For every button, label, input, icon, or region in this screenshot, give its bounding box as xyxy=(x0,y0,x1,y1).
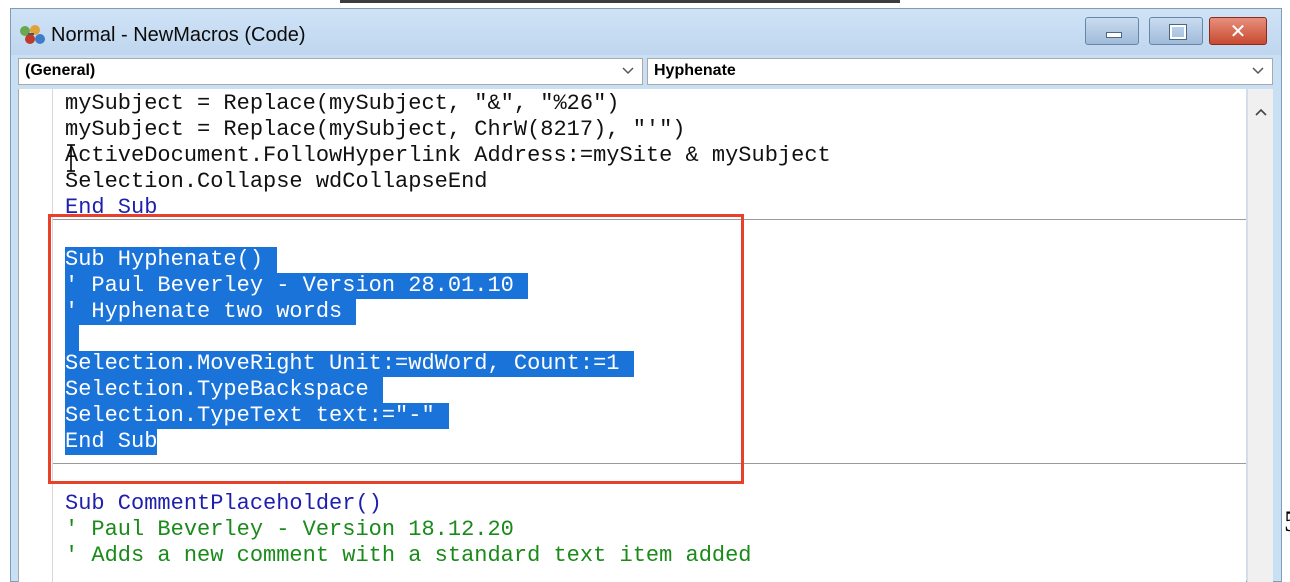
video-caption-fragment xyxy=(340,0,900,3)
vba-project-icon xyxy=(20,25,45,44)
code-line[interactable]: ' Adds a new comment with a standard tex… xyxy=(65,543,752,569)
selected-code-line[interactable]: Selection.TypeText text:="-" xyxy=(65,403,449,429)
object-dropdown-value: (General) xyxy=(25,62,96,79)
close-icon: ✕ xyxy=(1229,19,1247,43)
procedure-separator xyxy=(53,219,1246,220)
chevron-down-icon[interactable] xyxy=(1252,63,1264,79)
title-bar[interactable]: Normal - NewMacros (Code) ✕ xyxy=(11,9,1281,55)
vba-code-window: Normal - NewMacros (Code) ✕ (General) Hy… xyxy=(10,8,1282,582)
window-title: Normal - NewMacros (Code) xyxy=(51,24,306,46)
code-line[interactable]: mySubject = Replace(mySubject, "&", "%26… xyxy=(65,91,620,117)
selected-code-line[interactable] xyxy=(65,325,79,351)
screen: Normal - NewMacros (Code) ✕ (General) Hy… xyxy=(0,0,1290,582)
code-line[interactable]: ActiveDocument.FollowHyperlink Address:=… xyxy=(65,143,831,169)
code-line[interactable]: ' Paul Beverley - Version 18.12.20 xyxy=(65,517,514,543)
chevron-up-icon[interactable] xyxy=(1254,107,1268,117)
code-line[interactable]: Sub CommentPlaceholder() xyxy=(65,491,382,517)
procedure-dropdown-value: Hyphenate xyxy=(654,62,736,79)
code-line[interactable]: mySubject = Replace(mySubject, ChrW(8217… xyxy=(65,117,686,143)
selected-code-line[interactable]: ' Paul Beverley - Version 28.01.10 xyxy=(65,273,528,299)
selected-code-line[interactable]: Sub Hyphenate() xyxy=(65,247,278,273)
close-button[interactable]: ✕ xyxy=(1209,17,1267,45)
selected-code-line[interactable]: Selection.MoveRight Unit:=wdWord, Count:… xyxy=(65,351,634,377)
procedure-separator xyxy=(53,463,1246,464)
maximize-button[interactable] xyxy=(1149,17,1203,45)
selected-code-line[interactable]: ' Hyphenate two words xyxy=(65,299,357,325)
i-beam-cursor-icon xyxy=(67,144,75,172)
page-edge-fragment: 5 xyxy=(1284,505,1290,539)
selected-code-line[interactable]: End Sub xyxy=(65,429,158,455)
margin-indicator-bar[interactable] xyxy=(19,89,53,582)
minimize-icon xyxy=(1106,32,1122,38)
code-editor[interactable]: mySubject = Replace(mySubject, "&", "%26… xyxy=(18,89,1246,582)
code-line[interactable]: End Sub xyxy=(65,195,157,221)
code-line[interactable]: Selection.Collapse wdCollapseEnd xyxy=(65,169,487,195)
code-text-area[interactable]: mySubject = Replace(mySubject, "&", "%26… xyxy=(53,89,1246,582)
vertical-scrollbar[interactable] xyxy=(1247,89,1273,582)
procedure-dropdown[interactable]: Hyphenate xyxy=(647,58,1273,85)
object-dropdown[interactable]: (General) xyxy=(18,58,643,85)
minimize-button[interactable] xyxy=(1085,17,1139,45)
chevron-down-icon[interactable] xyxy=(622,63,634,79)
maximize-icon xyxy=(1169,24,1187,40)
selected-code-line[interactable]: Selection.TypeBackspace xyxy=(65,377,383,403)
